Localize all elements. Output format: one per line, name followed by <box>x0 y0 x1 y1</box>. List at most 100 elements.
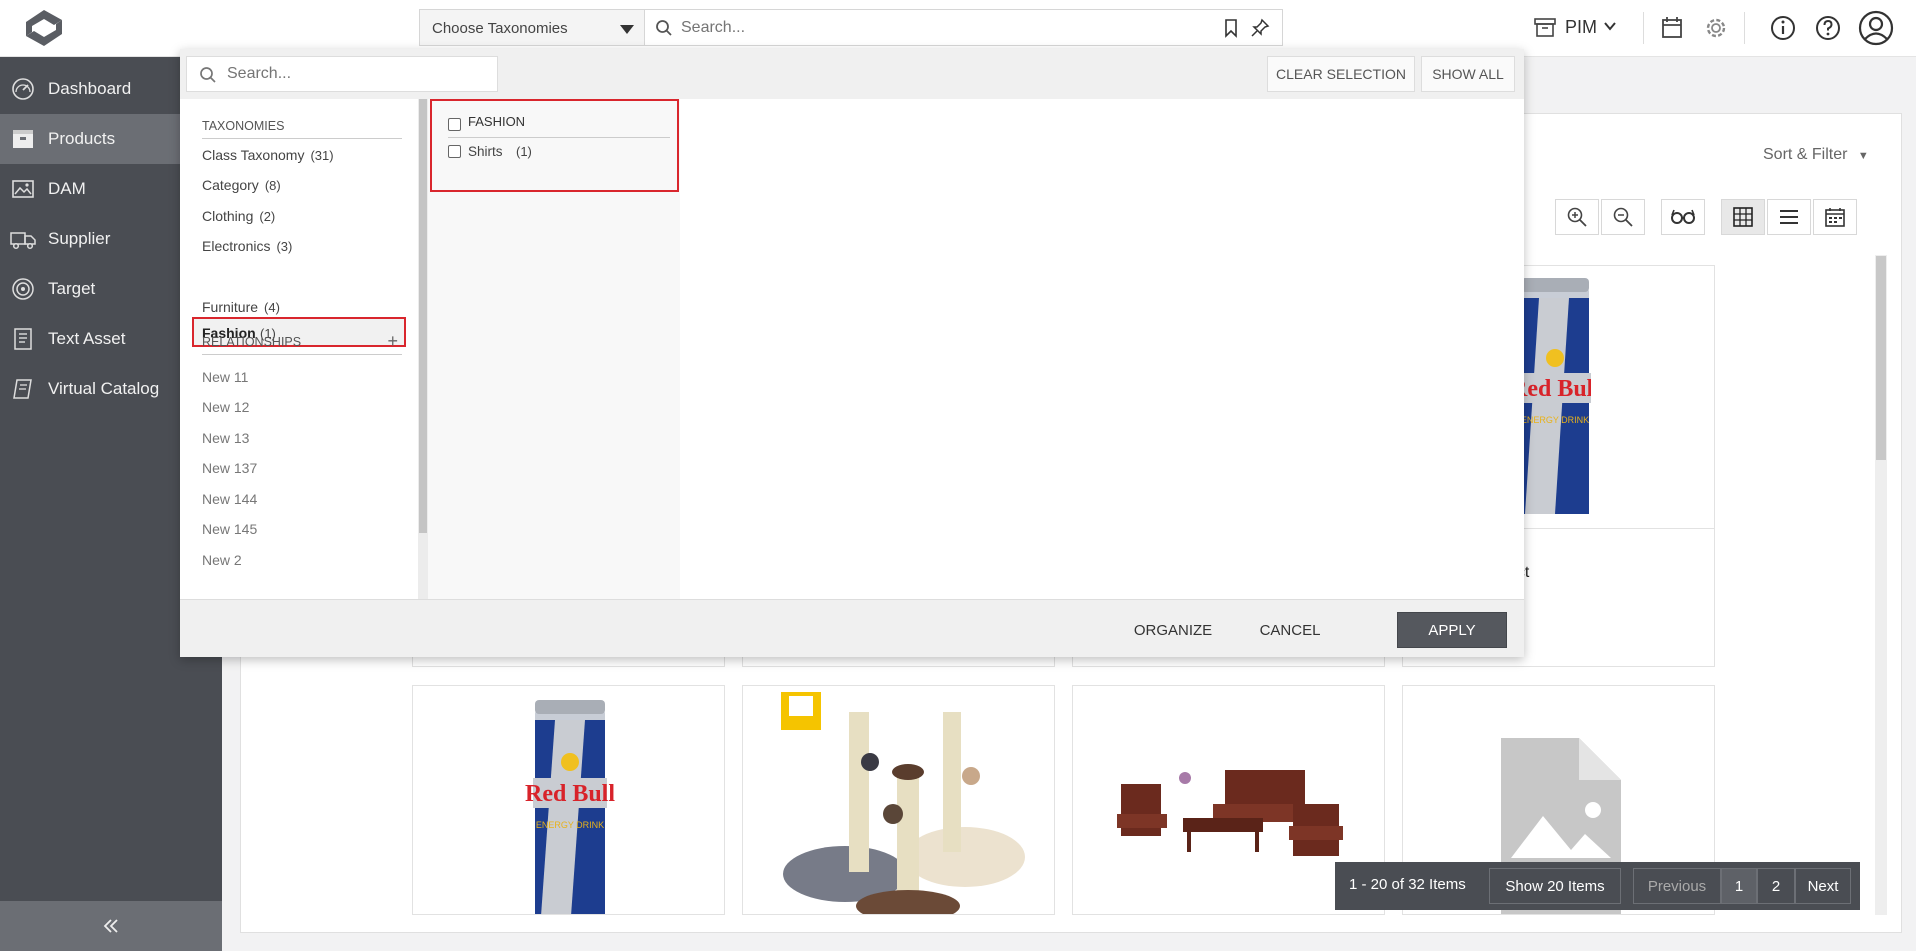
taxonomy-tree-highlight: FASHION Shirts (1) <box>430 99 679 192</box>
dialog-footer: ORGANIZE CANCEL APPLY <box>180 599 1524 657</box>
products-box-icon <box>10 126 36 152</box>
relationships-header-label: RELATIONSHIPS <box>202 335 302 349</box>
taxonomy-search-box <box>186 56 498 92</box>
dialog-header: CLEAR SELECTION SHOW ALL <box>180 49 1524 99</box>
caret-down-icon <box>620 25 634 34</box>
next-page-button[interactable]: Next <box>1795 868 1851 904</box>
sidebar-item-label: Text Asset <box>48 329 126 348</box>
taxonomy-item[interactable]: Clothing (2) <box>202 208 275 224</box>
item-range: 1 - 20 of 32 Items <box>1349 876 1466 893</box>
relationship-item[interactable]: New 145 <box>202 521 257 537</box>
product-card[interactable]: Red Bull ENERGY DRINK <box>412 685 725 915</box>
page-1-button[interactable]: 1 <box>1721 868 1757 904</box>
organize-button[interactable]: ORGANIZE <box>1128 612 1218 648</box>
taxonomy-item-label: Furniture <box>202 299 259 315</box>
sidebar-item-label: Products <box>48 129 116 148</box>
show-items-button[interactable]: Show 20 Items <box>1489 868 1621 904</box>
grid-view-button[interactable] <box>1721 199 1765 235</box>
apply-label: APPLY <box>1428 621 1476 639</box>
relationship-item[interactable]: New 12 <box>202 399 249 415</box>
calendar-box-icon[interactable] <box>1656 12 1688 44</box>
global-search-input[interactable] <box>681 17 1181 39</box>
svg-text:ENERGY DRINK: ENERGY DRINK <box>536 820 604 830</box>
grid-scrollbar-thumb[interactable] <box>1876 256 1886 460</box>
taxonomy-item-count: (3) <box>276 239 293 254</box>
energy-drink-can-image: Red Bull ENERGY DRINK <box>525 698 615 914</box>
taxonomy-item[interactable]: Category (8) <box>202 177 281 193</box>
shirts-checkbox[interactable] <box>448 145 461 158</box>
fashion-checkbox[interactable] <box>448 118 461 131</box>
show-all-label: SHOW ALL <box>1432 66 1504 82</box>
info-icon[interactable] <box>1767 12 1799 44</box>
product-card[interactable] <box>742 685 1055 915</box>
furniture-set-image <box>1113 764 1349 862</box>
taxonomy-item-label: Electronics <box>202 238 271 254</box>
search-icon <box>199 66 217 84</box>
taxonomy-list-pane: TAXONOMIES Class Taxonomy (31) Category (8… <box>180 99 418 599</box>
energy-drink-can-image: Red Bull ENERGY DRINK <box>1519 278 1591 518</box>
cat-scratcher-image <box>775 692 1035 914</box>
relationship-item[interactable]: New 13 <box>202 430 249 446</box>
chevron-down-icon <box>1603 19 1617 33</box>
taxonomy-item-label: Clothing <box>202 208 254 224</box>
cancel-button[interactable]: CANCEL <box>1250 612 1330 648</box>
taxonomy-list-scrollbar-thumb[interactable] <box>419 99 427 533</box>
taxonomy-select[interactable]: Choose Taxonomies <box>419 9 645 46</box>
taxonomy-item-count: (31) <box>310 148 334 163</box>
app-switcher[interactable]: PIM <box>1525 9 1635 46</box>
divider <box>448 137 670 138</box>
add-relationship-icon[interactable]: + <box>387 331 398 352</box>
clear-selection-label: CLEAR SELECTION <box>1276 66 1406 82</box>
zoom-in-button[interactable] <box>1555 199 1599 235</box>
previous-page-button[interactable]: Previous <box>1633 868 1721 904</box>
cancel-label: CANCEL <box>1259 621 1321 639</box>
relationships-section-header: RELATIONSHIPS + <box>202 331 402 355</box>
page-1-label: 1 <box>1734 877 1744 895</box>
pin-icon[interactable] <box>1250 18 1270 38</box>
taxonomy-item-count: (8) <box>264 178 281 193</box>
zoom-out-icon <box>1612 206 1634 228</box>
svg-text:ENERGY DRINK: ENERGY DRINK <box>1521 415 1589 425</box>
gear-icon[interactable] <box>1700 12 1732 44</box>
caret-down-icon: ▼ <box>1857 150 1869 162</box>
divider <box>1643 12 1644 44</box>
preview-button[interactable] <box>1661 199 1705 235</box>
taxonomy-item[interactable]: Electronics (3) <box>202 238 292 254</box>
taxonomy-select-label: Choose Taxonomies <box>432 20 568 37</box>
glasses-icon <box>1670 209 1696 225</box>
tree-root-label: FASHION <box>468 114 526 129</box>
taxonomy-item[interactable]: Class Taxonomy (31) <box>202 147 334 163</box>
relationship-item[interactable]: New 144 <box>202 491 257 507</box>
calendar-view-button[interactable] <box>1813 199 1857 235</box>
list-view-button[interactable] <box>1767 199 1811 235</box>
bookmark-icon[interactable] <box>1223 18 1239 38</box>
organize-label: ORGANIZE <box>1133 621 1213 639</box>
app-switcher-label: PIM <box>1565 17 1598 37</box>
taxonomy-item-label: Class Taxonomy <box>202 147 305 163</box>
clear-selection-button[interactable]: CLEAR SELECTION <box>1267 56 1415 92</box>
sidebar-item-label: DAM <box>48 179 86 198</box>
show-items-label: Show 20 Items <box>1505 877 1605 895</box>
page-2-button[interactable]: 2 <box>1757 868 1795 904</box>
double-chevron-left-icon <box>101 916 121 936</box>
relationship-item[interactable]: New 137 <box>202 460 257 476</box>
show-all-button[interactable]: SHOW ALL <box>1421 56 1515 92</box>
tree-child-label: Shirts <box>468 144 503 159</box>
archive-icon <box>1533 15 1557 39</box>
zoom-out-button[interactable] <box>1601 199 1645 235</box>
relationship-item[interactable]: New 11 <box>202 369 248 385</box>
sidebar-item-label: Virtual Catalog <box>48 379 160 398</box>
help-icon[interactable] <box>1812 12 1844 44</box>
zoom-in-icon <box>1566 206 1588 228</box>
sort-filter-button[interactable]: Sort & Filter ▼ <box>1763 146 1869 164</box>
sidebar-item-label: Dashboard <box>48 79 132 98</box>
taxonomy-item[interactable]: Furniture (4) <box>202 299 280 315</box>
apply-button[interactable]: APPLY <box>1397 612 1507 648</box>
target-icon <box>10 276 36 302</box>
relationship-item[interactable]: New 2 <box>202 552 242 568</box>
user-avatar-icon[interactable] <box>1858 10 1894 46</box>
collapse-sidebar-button[interactable] <box>0 901 222 951</box>
app-logo-icon[interactable] <box>18 6 70 50</box>
taxonomy-search-input[interactable] <box>227 65 487 83</box>
svg-text:Red Bull: Red Bull <box>525 781 615 807</box>
